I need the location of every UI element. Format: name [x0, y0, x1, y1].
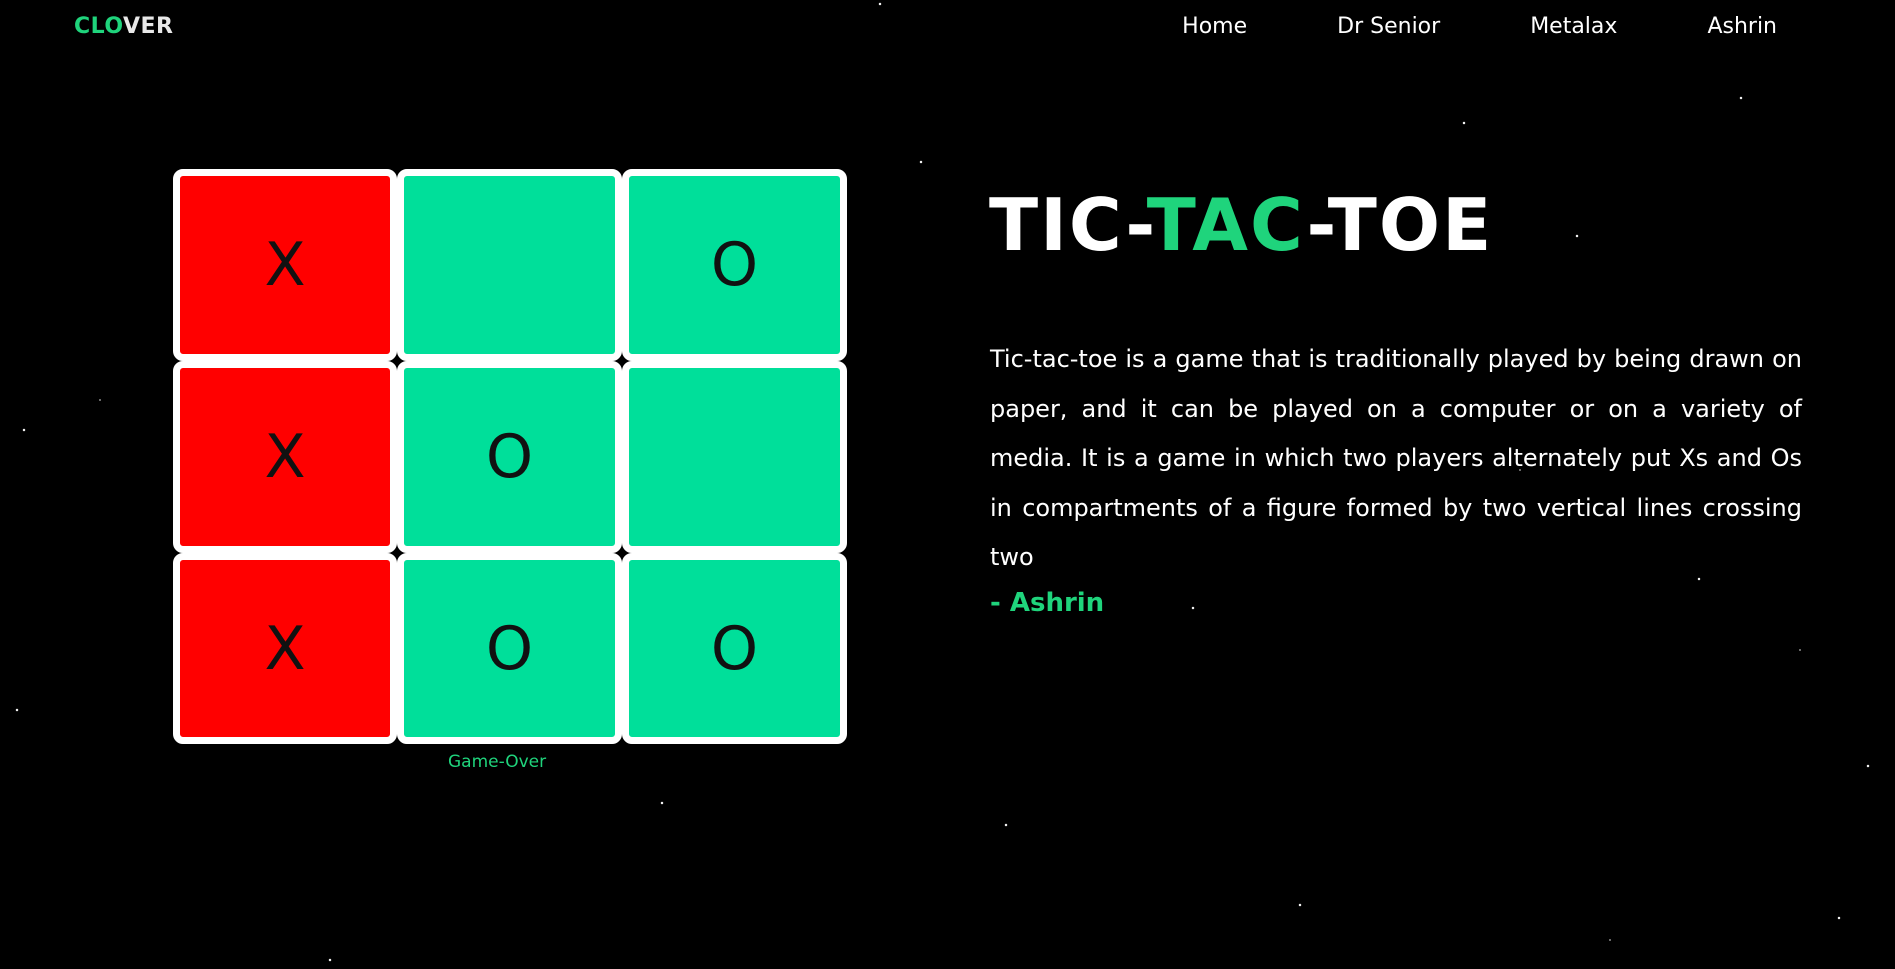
- board-cell-7[interactable]: X: [173, 553, 397, 744]
- nav-dr-senior[interactable]: Dr Senior: [1337, 14, 1440, 39]
- nav-home[interactable]: Home: [1182, 14, 1247, 39]
- board-cell-5[interactable]: O: [397, 361, 622, 553]
- board-cell-1[interactable]: X: [173, 169, 397, 361]
- author-credit: - Ashrin: [990, 588, 1105, 618]
- board-cell-2[interactable]: [397, 169, 622, 361]
- page: CLOVER Home Dr Senior Metalax Ashrin X O…: [0, 0, 1895, 969]
- board-cell-8[interactable]: O: [397, 553, 622, 744]
- board-cell-6[interactable]: [622, 361, 847, 553]
- page-title: TIC-TAC-TOE: [989, 183, 1493, 267]
- title-part-3: -TOE: [1306, 183, 1494, 267]
- top-nav: Home Dr Senior Metalax Ashrin: [1182, 14, 1777, 39]
- nav-ashrin[interactable]: Ashrin: [1707, 14, 1777, 39]
- title-accent: TAC: [1146, 183, 1307, 267]
- nav-metalax[interactable]: Metalax: [1530, 14, 1617, 39]
- logo-white-part: VER: [123, 14, 174, 39]
- game-description: Tic-tac-toe is a game that is traditiona…: [990, 345, 1802, 572]
- tic-tac-toe-board: X O X O X O O: [173, 169, 847, 744]
- logo[interactable]: CLOVER: [74, 14, 174, 39]
- logo-green-part: CLO: [74, 14, 123, 39]
- board-cell-3[interactable]: O: [622, 169, 847, 361]
- game-status: Game-Over: [448, 752, 547, 772]
- title-part-1: TIC-: [989, 183, 1147, 267]
- board-cell-4[interactable]: X: [173, 361, 397, 553]
- board-cell-9[interactable]: O: [622, 553, 847, 744]
